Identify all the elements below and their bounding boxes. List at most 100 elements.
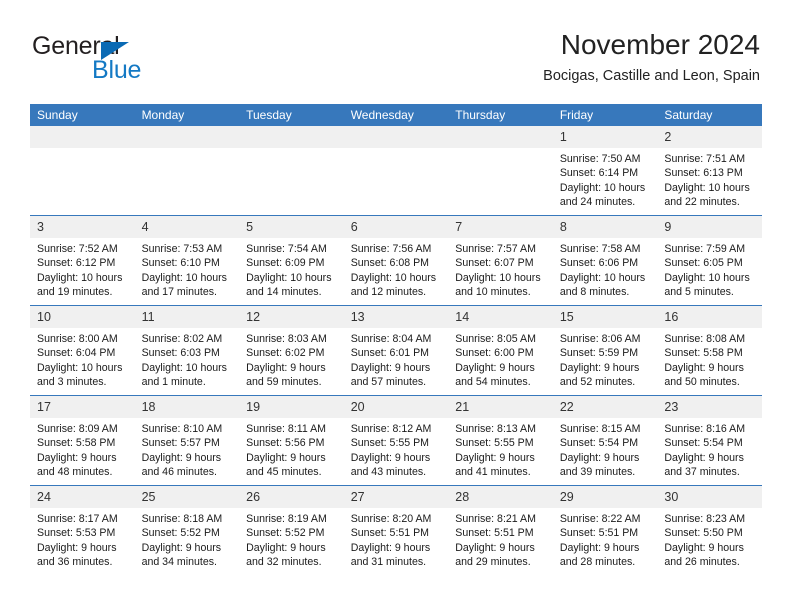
daylight-text: and 1 minute. bbox=[141, 375, 206, 388]
sunset-text: Sunset: 6:04 PM bbox=[37, 347, 116, 360]
sunrise-text: Sunrise: 8:11 AM bbox=[246, 423, 327, 435]
daylight-text: and 8 minutes. bbox=[559, 285, 630, 298]
sunrise-text: Sunrise: 7:50 AM bbox=[559, 153, 641, 165]
daylight-text: and 12 minutes. bbox=[350, 285, 427, 298]
day-details: Sunrise: 8:17 AM Sunset: 5:53 PM Daylight:… bbox=[30, 508, 135, 569]
calendar-day-cell[interactable]: 2 Sunrise: 7:51 AM Sunset: 6:13 PM Daylight… bbox=[657, 126, 762, 216]
sunset-text: Sunset: 6:09 PM bbox=[246, 257, 325, 270]
day-number bbox=[134, 126, 240, 148]
day-details bbox=[239, 148, 344, 152]
daylight-text: Daylight: 10 hours bbox=[664, 181, 750, 194]
calendar-day-cell[interactable]: 6 Sunrise: 7:56 AM Sunset: 6:08 PM Daylight… bbox=[343, 215, 449, 306]
sunrise-text: Sunrise: 7:56 AM bbox=[350, 243, 432, 255]
weekday-header-thursday: Thursday bbox=[448, 104, 553, 126]
day-details bbox=[30, 148, 135, 152]
day-details: Sunrise: 8:11 AM Sunset: 5:56 PM Daylight:… bbox=[239, 418, 344, 479]
daylight-text: and 43 minutes. bbox=[350, 465, 427, 478]
calendar-day-cell[interactable]: 21 Sunrise: 8:13 AM Sunset: 5:55 PM Dayligh… bbox=[448, 395, 553, 486]
calendar-day-cell[interactable]: 8 Sunrise: 7:58 AM Sunset: 6:06 PM Daylight… bbox=[552, 215, 658, 306]
calendar-day-cell[interactable]: 17 Sunrise: 8:09 AM Sunset: 5:58 PM Dayligh… bbox=[30, 395, 135, 486]
calendar-day-cell[interactable]: 18 Sunrise: 8:10 AM Sunset: 5:57 PM Dayligh… bbox=[134, 395, 240, 486]
calendar-day-cell[interactable]: 28 Sunrise: 8:21 AM Sunset: 5:51 PM Dayligh… bbox=[448, 485, 553, 575]
day-number: 9 bbox=[657, 216, 762, 238]
day-number: 12 bbox=[239, 306, 344, 328]
day-number: 8 bbox=[552, 216, 658, 238]
daylight-text: and 48 minutes. bbox=[37, 465, 113, 478]
daylight-text: and 54 minutes. bbox=[455, 375, 531, 388]
calendar-day-cell[interactable]: 16 Sunrise: 8:08 AM Sunset: 5:58 PM Dayligh… bbox=[657, 305, 762, 396]
calendar-day-cell[interactable]: 26 Sunrise: 8:19 AM Sunset: 5:52 PM Dayligh… bbox=[239, 485, 344, 575]
calendar-day-cell[interactable]: 9 Sunrise: 7:59 AM Sunset: 6:05 PM Daylight… bbox=[657, 215, 762, 306]
calendar-day-cell[interactable]: 14 Sunrise: 8:05 AM Sunset: 6:00 PM Dayligh… bbox=[448, 305, 553, 396]
day-number: 26 bbox=[239, 486, 344, 508]
day-number: 5 bbox=[239, 216, 344, 238]
day-number: 1 bbox=[552, 126, 658, 148]
daylight-text: and 17 minutes. bbox=[141, 285, 217, 298]
day-details: Sunrise: 8:12 AM Sunset: 5:55 PM Daylight:… bbox=[344, 418, 449, 479]
sunrise-text: Sunrise: 8:10 AM bbox=[141, 423, 223, 435]
calendar-day-cell[interactable]: 15 Sunrise: 8:06 AM Sunset: 5:59 PM Dayligh… bbox=[552, 305, 658, 396]
daylight-text: Daylight: 10 hours bbox=[246, 271, 332, 284]
calendar-week-row: 24 Sunrise: 8:17 AM Sunset: 5:53 PM Dayligh… bbox=[30, 485, 762, 575]
day-number bbox=[343, 126, 449, 148]
sunset-text: Sunset: 5:55 PM bbox=[350, 437, 430, 450]
calendar-week-row: 1 Sunrise: 7:50 AM Sunset: 6:14 PM Daylight… bbox=[30, 126, 762, 216]
calendar-day-cell[interactable]: 24 Sunrise: 8:17 AM Sunset: 5:53 PM Dayligh… bbox=[30, 485, 135, 575]
daylight-text: Daylight: 10 hours bbox=[559, 181, 646, 194]
day-details: Sunrise: 7:51 AM Sunset: 6:13 PM Daylight:… bbox=[657, 148, 762, 209]
daylight-text: Daylight: 9 hours bbox=[455, 361, 535, 374]
calendar-week-row: 17 Sunrise: 8:09 AM Sunset: 5:58 PM Dayligh… bbox=[30, 395, 762, 486]
calendar-day-cell[interactable]: 27 Sunrise: 8:20 AM Sunset: 5:51 PM Dayligh… bbox=[343, 485, 449, 575]
calendar-day-cell[interactable]: 5 Sunrise: 7:54 AM Sunset: 6:09 PM Daylight… bbox=[239, 215, 344, 306]
sunset-text: Sunset: 5:58 PM bbox=[664, 347, 743, 360]
calendar-day-cell[interactable]: 19 Sunrise: 8:11 AM Sunset: 5:56 PM Dayligh… bbox=[239, 395, 344, 486]
brand-logo[interactable]: General Blue bbox=[32, 32, 252, 84]
calendar-day-cell[interactable]: 3 Sunrise: 7:52 AM Sunset: 6:12 PM Daylight… bbox=[30, 215, 135, 306]
daylight-text: Daylight: 9 hours bbox=[350, 541, 431, 554]
calendar-day-cell[interactable]: 10 Sunrise: 8:00 AM Sunset: 6:04 PM Dayligh… bbox=[30, 305, 135, 396]
daylight-text: Daylight: 10 hours bbox=[455, 271, 541, 284]
weekday-header-wednesday: Wednesday bbox=[343, 104, 449, 126]
calendar-day-cell[interactable]: 22 Sunrise: 8:15 AM Sunset: 5:54 PM Dayligh… bbox=[552, 395, 658, 486]
calendar-day-cell[interactable]: 13 Sunrise: 8:04 AM Sunset: 6:01 PM Dayligh… bbox=[343, 305, 449, 396]
sunrise-text: Sunrise: 8:18 AM bbox=[141, 513, 223, 525]
sunset-text: Sunset: 6:05 PM bbox=[664, 257, 743, 270]
sunrise-text: Sunrise: 8:20 AM bbox=[350, 513, 432, 525]
sunrise-text: Sunrise: 8:23 AM bbox=[664, 513, 746, 525]
sunset-text: Sunset: 5:56 PM bbox=[246, 437, 325, 450]
calendar-day-cell[interactable]: 7 Sunrise: 7:57 AM Sunset: 6:07 PM Daylight… bbox=[448, 215, 553, 306]
calendar-day-cell[interactable]: 25 Sunrise: 8:18 AM Sunset: 5:52 PM Dayligh… bbox=[134, 485, 240, 575]
day-details bbox=[344, 148, 449, 152]
sunrise-text: Sunrise: 8:00 AM bbox=[37, 333, 118, 345]
daylight-text: Daylight: 9 hours bbox=[350, 451, 431, 464]
page-header: General Blue November 2024 Bocigas, Cast… bbox=[32, 28, 760, 94]
sunset-text: Sunset: 6:07 PM bbox=[455, 257, 534, 270]
calendar-day-cell[interactable]: 11 Sunrise: 8:02 AM Sunset: 6:03 PM Dayligh… bbox=[134, 305, 240, 396]
day-details: Sunrise: 7:57 AM Sunset: 6:07 PM Daylight:… bbox=[448, 238, 553, 299]
daylight-text: and 50 minutes. bbox=[664, 375, 740, 388]
calendar-day-cell[interactable]: 12 Sunrise: 8:03 AM Sunset: 6:02 PM Dayligh… bbox=[239, 305, 344, 396]
calendar-day-cell[interactable]: 30 Sunrise: 8:23 AM Sunset: 5:50 PM Dayligh… bbox=[657, 485, 762, 575]
day-details: Sunrise: 7:52 AM Sunset: 6:12 PM Daylight:… bbox=[30, 238, 135, 299]
day-number: 13 bbox=[343, 306, 449, 328]
day-number: 15 bbox=[552, 306, 658, 328]
calendar-day-cell[interactable]: 29 Sunrise: 8:22 AM Sunset: 5:51 PM Dayligh… bbox=[552, 485, 658, 575]
calendar-day-cell[interactable]: 1 Sunrise: 7:50 AM Sunset: 6:14 PM Daylight… bbox=[552, 126, 658, 216]
daylight-text: and 59 minutes. bbox=[246, 375, 322, 388]
daylight-text: Daylight: 9 hours bbox=[37, 451, 117, 464]
calendar-week-row: 10 Sunrise: 8:00 AM Sunset: 6:04 PM Dayligh… bbox=[30, 305, 762, 396]
day-details: Sunrise: 8:22 AM Sunset: 5:51 PM Daylight:… bbox=[553, 508, 658, 569]
day-number: 11 bbox=[134, 306, 240, 328]
calendar-day-cell[interactable]: 23 Sunrise: 8:16 AM Sunset: 5:54 PM Dayligh… bbox=[657, 395, 762, 486]
sunset-text: Sunset: 6:00 PM bbox=[455, 347, 534, 360]
sunset-text: Sunset: 6:12 PM bbox=[37, 257, 116, 270]
calendar-day-cell[interactable]: 4 Sunrise: 7:53 AM Sunset: 6:10 PM Daylight… bbox=[134, 215, 240, 306]
calendar-day-cell-empty bbox=[134, 126, 240, 216]
sunset-text: Sunset: 5:51 PM bbox=[455, 527, 534, 540]
daylight-text: and 41 minutes. bbox=[455, 465, 531, 478]
daylight-text: and 46 minutes. bbox=[141, 465, 217, 478]
calendar-day-cell[interactable]: 20 Sunrise: 8:12 AM Sunset: 5:55 PM Dayligh… bbox=[343, 395, 449, 486]
day-number: 10 bbox=[30, 306, 135, 328]
daylight-text: and 34 minutes. bbox=[141, 555, 217, 568]
weekday-header-sunday: Sunday bbox=[30, 104, 135, 126]
